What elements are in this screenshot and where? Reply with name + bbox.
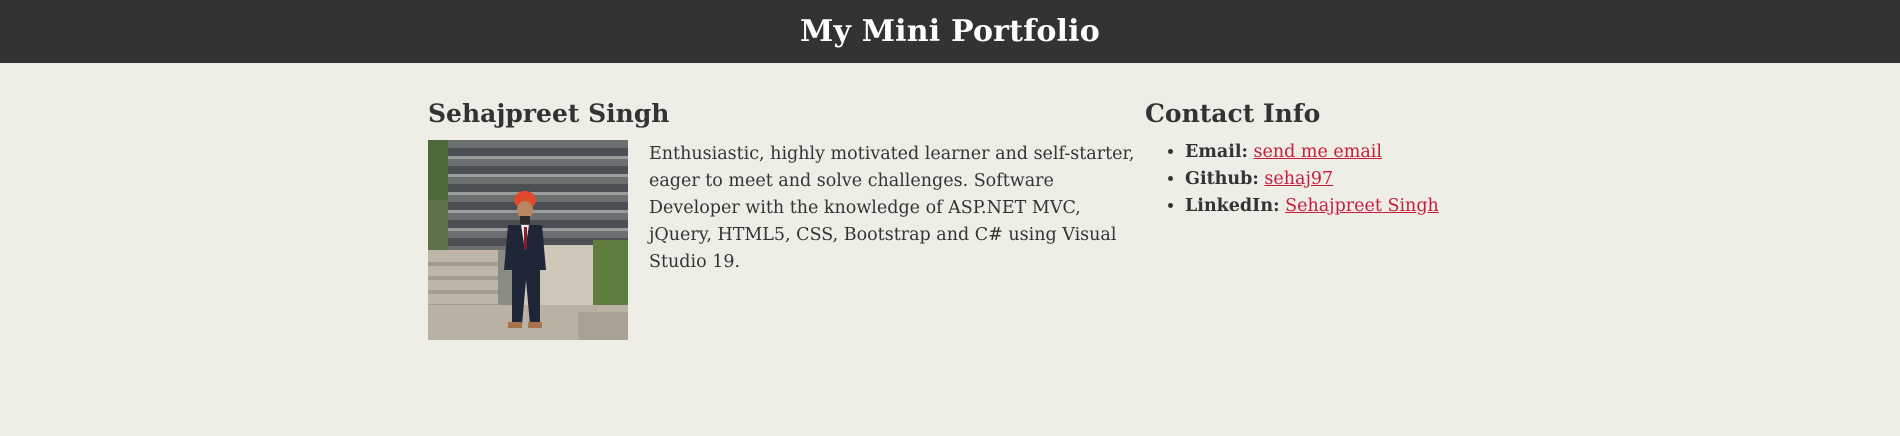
main-content: Sehajpreet Singh Enthusiastic, highly mo… [0, 63, 1900, 436]
contact-list: Email: send me email Github: sehaj97 Lin… [1145, 139, 1565, 220]
contact-label-email: Email: [1185, 142, 1248, 162]
contact-title: Contact Info [1145, 99, 1321, 128]
email-link[interactable]: send me email [1254, 142, 1382, 162]
person-photo-icon [428, 140, 628, 340]
contact-item-github: Github: sehaj97 [1185, 166, 1565, 193]
contact-label-linkedin: LinkedIn: [1185, 196, 1280, 216]
profile-section: Sehajpreet Singh Enthusiastic, highly mo… [428, 99, 1144, 340]
profile-bio: Enthusiastic, highly motivated learner a… [649, 144, 1135, 272]
profile-body: Enthusiastic, highly motivated learner a… [428, 140, 1144, 340]
github-link[interactable]: sehaj97 [1264, 169, 1333, 189]
page-title: My Mini Portfolio [800, 14, 1100, 49]
contact-item-linkedin: LinkedIn: Sehajpreet Singh [1185, 193, 1565, 220]
profile-name: Sehajpreet Singh [428, 99, 670, 128]
contact-item-email: Email: send me email [1185, 139, 1565, 166]
site-header: My Mini Portfolio [0, 0, 1900, 63]
profile-photo [428, 140, 628, 340]
contact-section: Contact Info Email: send me email Github… [1145, 99, 1565, 220]
contact-label-github: Github: [1185, 169, 1259, 189]
linkedin-link[interactable]: Sehajpreet Singh [1285, 196, 1439, 216]
